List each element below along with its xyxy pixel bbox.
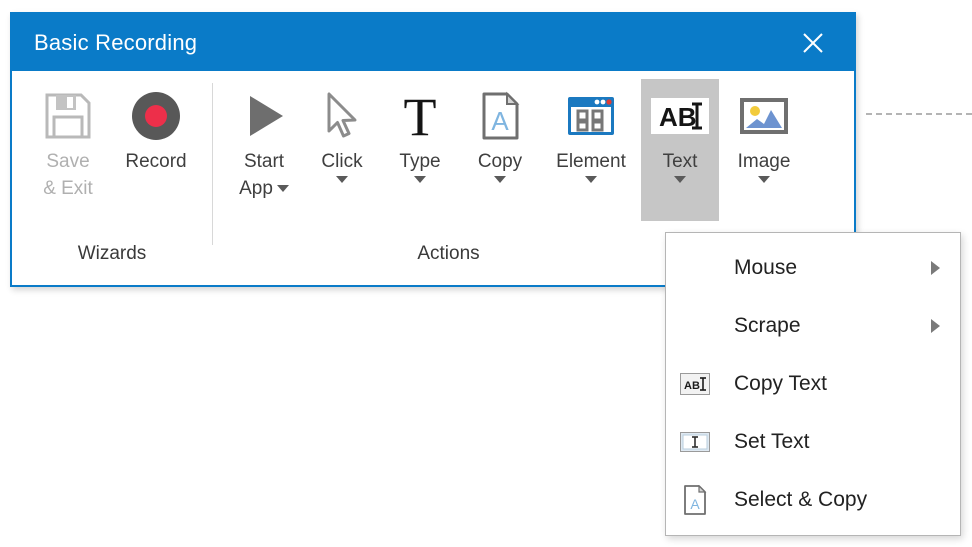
- ab-cursor-icon: AB: [678, 371, 712, 397]
- image-button[interactable]: Image: [719, 79, 809, 187]
- record-label: Record: [125, 151, 187, 172]
- type-button[interactable]: T Type: [381, 79, 459, 187]
- menu-item-label: Select & Copy: [734, 488, 868, 511]
- copy-button[interactable]: A Copy: [459, 79, 541, 187]
- mouse-pointer-icon: [311, 85, 373, 147]
- text-label: Text: [662, 151, 698, 172]
- menu-item-mouse[interactable]: Mouse: [666, 239, 960, 297]
- svg-text:AB: AB: [659, 102, 697, 132]
- chevron-down-icon[interactable]: [276, 185, 289, 193]
- picture-icon: [733, 85, 795, 147]
- document-a-icon: A: [678, 485, 712, 515]
- menu-item-label: Mouse: [734, 256, 798, 279]
- menu-item-copy-text[interactable]: AB Copy Text: [666, 355, 960, 413]
- svg-text:A: A: [690, 496, 700, 512]
- menu-item-scrape[interactable]: Scrape: [666, 297, 960, 355]
- type-label: Type: [399, 151, 441, 172]
- close-icon[interactable]: [790, 20, 836, 66]
- menu-item-label: Copy Text: [734, 372, 827, 395]
- menu-item-label: Scrape: [734, 314, 801, 337]
- text-dropdown-menu: Mouse Scrape AB Copy Text Set Text A Sel…: [665, 232, 961, 536]
- svg-text:AB: AB: [684, 380, 700, 392]
- text-field-icon: [678, 429, 712, 455]
- record-circle-icon: [125, 85, 187, 147]
- letter-t-icon: T: [389, 85, 451, 147]
- start-app-label-line1: Start: [243, 151, 285, 172]
- play-triangle-icon: [233, 85, 295, 147]
- save-and-exit-button[interactable]: Save & Exit: [31, 79, 105, 205]
- window-elements-icon: [560, 85, 622, 147]
- element-button[interactable]: Element: [541, 79, 641, 187]
- chevron-down-icon[interactable]: [336, 175, 348, 183]
- screen: Basic Recording Save & Exit Record Wizar…: [0, 0, 972, 547]
- ab-cursor-icon: AB: [649, 85, 711, 147]
- chevron-right-icon: [931, 319, 940, 333]
- chevron-right-icon: [931, 261, 940, 275]
- start-app-label-line2: App: [239, 177, 273, 199]
- save-floppy-icon: [37, 85, 99, 147]
- click-label: Click: [321, 151, 363, 172]
- menu-item-label: Set Text: [734, 430, 810, 453]
- chevron-down-icon[interactable]: [758, 175, 770, 183]
- chevron-down-icon[interactable]: [674, 175, 686, 183]
- menu-item-icon-placeholder: [678, 313, 712, 339]
- window-titlebar: Basic Recording: [12, 14, 854, 71]
- save-and-exit-label-line2: & Exit: [43, 177, 93, 199]
- svg-text:A: A: [491, 106, 509, 136]
- menu-item-select-and-copy[interactable]: A Select & Copy: [666, 471, 960, 529]
- start-app-button[interactable]: Start App: [225, 79, 303, 205]
- dashed-guide-line: [866, 113, 972, 115]
- image-label: Image: [737, 151, 791, 172]
- chevron-down-icon[interactable]: [585, 175, 597, 183]
- record-button[interactable]: Record: [119, 79, 193, 177]
- start-app-label-line2-wrap: App: [239, 178, 289, 201]
- click-button[interactable]: Click: [303, 79, 381, 187]
- copy-label: Copy: [477, 151, 523, 172]
- menu-item-icon-placeholder: [678, 255, 712, 281]
- text-button[interactable]: AB Text: [641, 79, 719, 221]
- element-label: Element: [556, 151, 626, 172]
- chevron-down-icon[interactable]: [494, 175, 506, 183]
- window-title: Basic Recording: [34, 29, 198, 55]
- ribbon-group-label-wizards: Wizards: [77, 243, 147, 264]
- ribbon-group-wizards: Save & Exit Record Wizards: [12, 71, 212, 285]
- chevron-down-icon[interactable]: [414, 175, 426, 183]
- document-a-icon: A: [469, 85, 531, 147]
- save-and-exit-label-line1: Save: [46, 151, 90, 172]
- menu-item-set-text[interactable]: Set Text: [666, 413, 960, 471]
- svg-text:T: T: [404, 89, 437, 143]
